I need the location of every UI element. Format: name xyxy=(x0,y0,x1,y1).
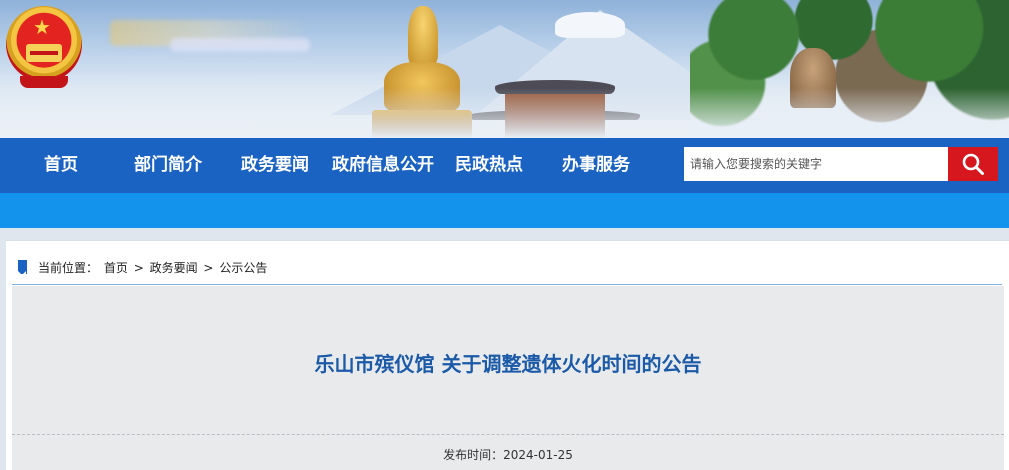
sub-nav-bar xyxy=(0,193,1009,228)
search-button[interactable] xyxy=(948,147,998,181)
breadcrumb-separator: > xyxy=(203,261,214,275)
article-body: 乐山市殡仪馆 关于调整遗体火化时间的公告 发布时间：2024-01-25 xyxy=(12,286,1004,470)
article-title: 乐山市殡仪馆 关于调整遗体火化时间的公告 xyxy=(314,352,702,376)
search-input[interactable] xyxy=(684,147,948,181)
nav-item-department[interactable]: 部门简介 xyxy=(134,138,202,193)
nav-item-services[interactable]: 办事服务 xyxy=(562,138,630,193)
breadcrumb-item-notice[interactable]: 公示公告 xyxy=(219,261,267,275)
publish-label: 发布时间： xyxy=(443,448,504,462)
breadcrumb-separator: > xyxy=(133,261,144,275)
breadcrumb-divider xyxy=(12,284,1002,285)
breadcrumb-prefix: 当前位置： xyxy=(38,261,99,275)
snow-peak xyxy=(555,12,625,38)
publish-info: 发布时间：2024-01-25 xyxy=(12,446,1004,463)
header-banner: ★ xyxy=(0,0,1009,138)
title-divider xyxy=(12,434,1004,435)
breadcrumb-item-home[interactable]: 首页 xyxy=(104,261,128,275)
national-emblem-icon[interactable]: ★ xyxy=(6,6,82,90)
breadcrumb: 当前位置： 首页 > 政务要闻 > 公示公告 xyxy=(38,259,269,277)
nav-item-hot-topics[interactable]: 民政热点 xyxy=(455,138,523,193)
bookmark-icon xyxy=(18,260,27,275)
nav-item-info-disclosure[interactable]: 政府信息公开 xyxy=(332,138,434,193)
publish-date: 2024-01-25 xyxy=(503,448,573,462)
search-icon xyxy=(962,153,984,175)
banner-fade xyxy=(0,88,1009,138)
breadcrumb-item-news[interactable]: 政务要闻 xyxy=(150,261,198,275)
banner-watermark xyxy=(170,38,310,52)
nav-item-news[interactable]: 政务要闻 xyxy=(241,138,309,193)
nav-item-home[interactable]: 首页 xyxy=(44,138,78,193)
